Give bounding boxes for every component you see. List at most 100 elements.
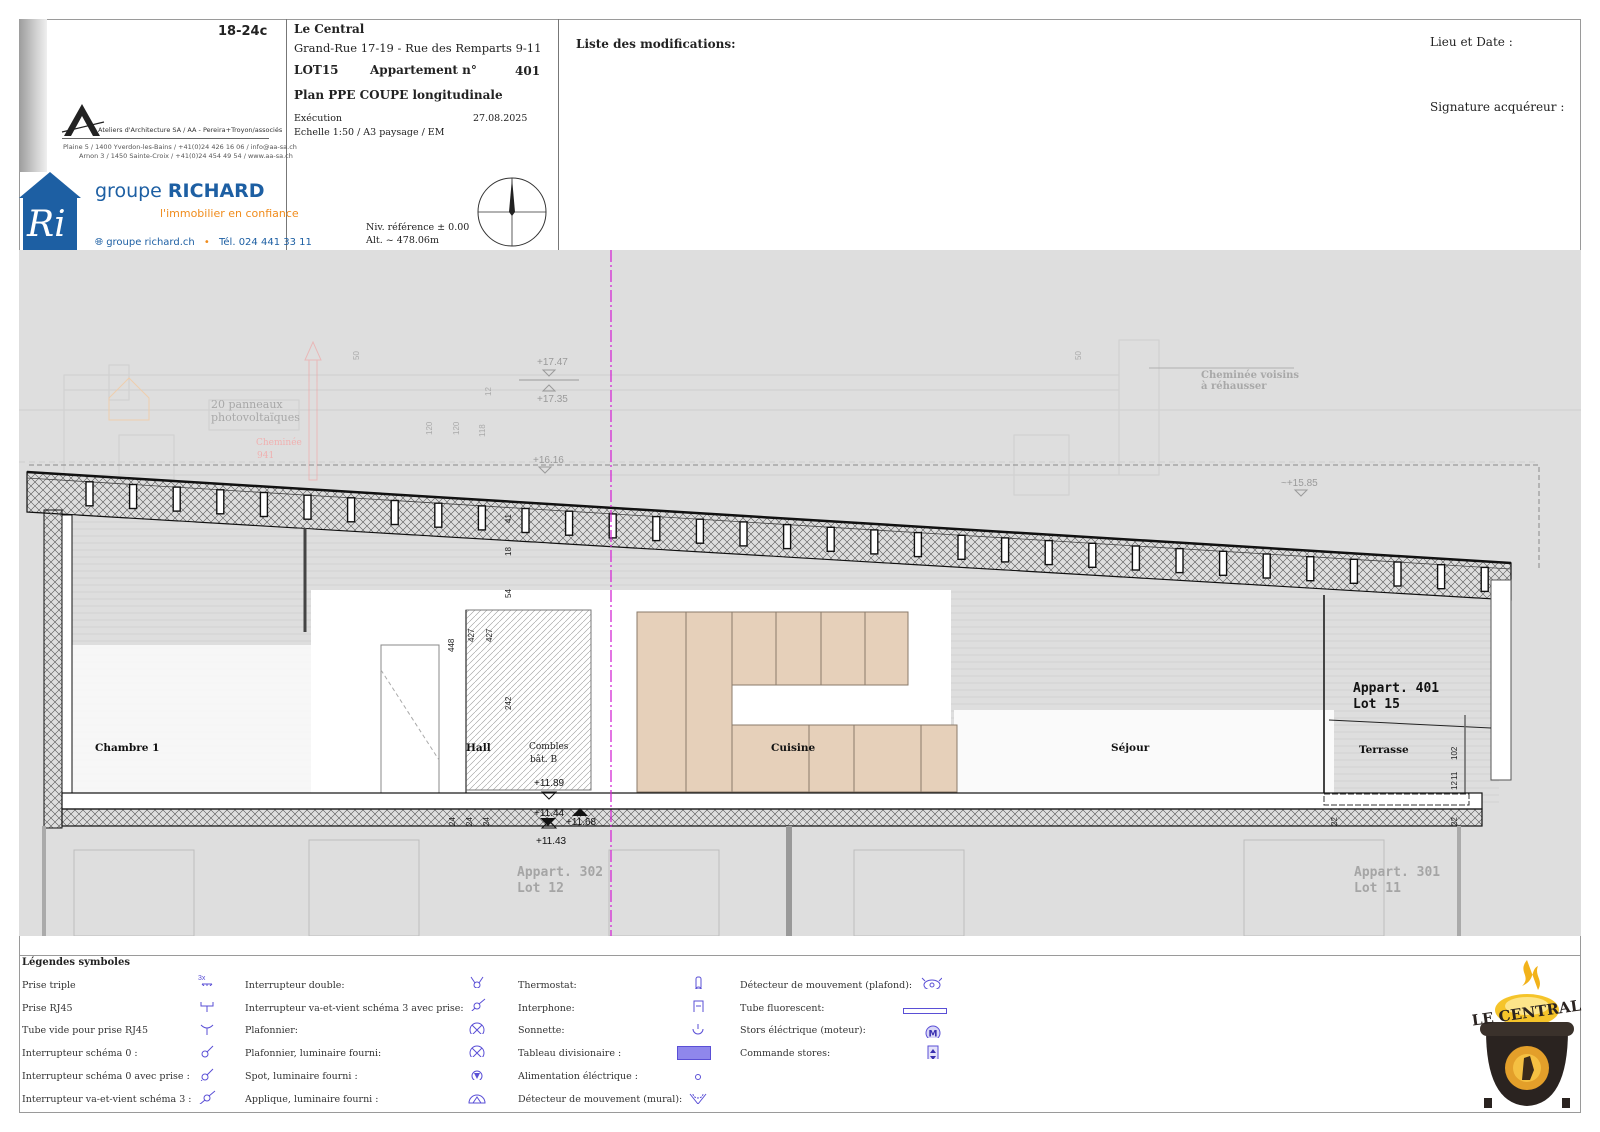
dim-41: 41 (504, 514, 513, 523)
level-1189: +11.89 (534, 778, 565, 789)
right-parapet (1490, 579, 1512, 781)
legend-item: Commande stores: (740, 1048, 831, 1059)
dim-448: 448 (447, 638, 456, 652)
level-marker-1585 (1293, 489, 1309, 497)
dim-12b: 12 (1450, 781, 1459, 790)
dim-22a: 22 (1330, 817, 1339, 826)
legend-item: Interrupteur schéma 0 : (22, 1048, 138, 1059)
room-cuisine: Cuisine (771, 742, 816, 754)
architect-logo-icon (61, 104, 105, 136)
roof-rafter (1393, 561, 1402, 587)
legend-item: Interrupteur double: (245, 980, 345, 991)
level-1168: +11.68 (566, 817, 597, 828)
room-sejour: Séjour (1111, 742, 1150, 754)
legend-title: Légendes symboles (22, 957, 130, 968)
legend-item: Interrupteur va-et-vient schéma 3 : (22, 1094, 192, 1105)
title-block-right (558, 19, 1581, 251)
plan-title: Plan PPE COUPE longitudinale (294, 88, 503, 102)
dim-24c: 24 (482, 817, 491, 826)
motion-detector-wall-icon (689, 1093, 707, 1104)
roof-rafter (521, 507, 530, 534)
legend-item: Prise triple (22, 980, 76, 991)
legend-item: Thermostat: (518, 980, 577, 991)
dim-120b: 120 (452, 421, 461, 435)
doorbell-icon (692, 1024, 704, 1035)
roof-rafter (1436, 564, 1446, 590)
roof-rafter (1044, 539, 1053, 566)
panels-note: 20 panneaux (211, 398, 283, 411)
le-central-logo-icon: LE CENTRAL (1472, 960, 1582, 1108)
motion-detector-ceiling-icon (921, 977, 942, 989)
roof-rafter (434, 502, 443, 528)
phase: Exécution (294, 113, 343, 124)
dim-102: 102 (1450, 746, 1459, 760)
legend-item: Alimentation éléctrique : (518, 1071, 638, 1082)
wall-light-icon (468, 1094, 486, 1104)
panels-note-2: photovoltaïques (211, 411, 300, 424)
interphone-icon (693, 1000, 704, 1012)
groupe-richard-logo-icon: Ri (19, 172, 81, 250)
left-wall (43, 509, 63, 829)
floor-slab (61, 808, 1483, 827)
project-code: 18-24c (218, 24, 268, 39)
svg-text:3x: 3x (198, 975, 206, 982)
promoter-name-prefix: groupe (95, 180, 162, 202)
promoter-name: groupe RICHARD (95, 180, 265, 202)
legend-item: Tube vide pour prise RJ45 (22, 1025, 149, 1036)
sejour-zone (954, 710, 1334, 805)
roof-rafter (652, 515, 661, 542)
appartement-label: Appartement n° (370, 63, 477, 77)
dim-11: 11 (1450, 771, 1459, 780)
level-1616: +16.16 (533, 455, 564, 466)
chem-small: Cheminée (256, 437, 302, 448)
electric-blind-motor-icon: M (925, 1025, 941, 1039)
apartment-label-2: Lot 15 (1353, 697, 1400, 712)
roof-rafter (782, 523, 792, 550)
left-wall-lining (61, 514, 73, 806)
legend-item: Détecteur de mouvement (plafond): (740, 980, 913, 991)
dim-24a: 24 (448, 817, 457, 826)
thermostat-icon (695, 976, 702, 989)
room-combles: Combles (529, 742, 569, 752)
roof-rafter (390, 499, 399, 526)
switch-0-socket-icon (200, 1068, 214, 1081)
legend-item: Tube fluorescent: (740, 1003, 825, 1014)
promoter-name-main: RICHARD (167, 180, 265, 202)
below-right-label-2: Lot 11 (1354, 881, 1401, 896)
dim-50a: 50 (352, 351, 361, 360)
legend-item: Interrupteur schéma 0 avec prise : (22, 1071, 190, 1082)
dim-18: 18 (504, 547, 513, 556)
apartment-label-1: Appart. 401 (1353, 681, 1439, 696)
roof-rafter (1306, 556, 1315, 582)
architect-divider (62, 138, 269, 139)
project-address: Grand-Rue 17-19 - Rue des Remparts 9-11 (294, 41, 542, 55)
room-terrasse: Terrasse (1359, 744, 1409, 756)
dim-54: 54 (504, 589, 513, 598)
distribution-board-icon (677, 1046, 711, 1060)
svg-text:M: M (929, 1030, 938, 1039)
architect-name: Ateliers d'Architecture SA / AA - Pereir… (98, 126, 283, 134)
legend-item: Plafonnier: (245, 1025, 298, 1036)
chimney-note: Cheminée voisins (1201, 370, 1299, 381)
dim-118: 118 (478, 424, 487, 437)
globe-icon: 🌐︎ (95, 237, 103, 248)
roof-rafter (172, 486, 181, 512)
roof-rafter (128, 483, 138, 510)
ceiling-light-provided-icon (469, 1045, 485, 1057)
roof-rafter (1131, 545, 1141, 571)
lieu-date-label: Lieu et Date : (1430, 35, 1513, 49)
floor-screed (61, 792, 1483, 810)
signature-label: Signature acquéreur : (1430, 100, 1565, 114)
dim-242: 242 (504, 696, 513, 710)
roof-rafter (1218, 550, 1228, 576)
chem-small-2: 941 (257, 451, 274, 461)
north-arrow-icon (477, 177, 547, 247)
triple-socket-icon: 3x (198, 975, 213, 986)
level-1143: +11.43 (536, 836, 567, 847)
altitude: Alt. ~ 478.06m (366, 235, 439, 246)
switch-3-icon (199, 1090, 216, 1104)
promoter-tagline: l'immobilier en confiance (160, 207, 299, 220)
promoter-website[interactable]: groupe richard.ch (106, 237, 195, 248)
legend-item: Tableau divisionaire : (518, 1048, 622, 1059)
legend-item: Plafonnier, luminaire fourni: (245, 1048, 382, 1059)
